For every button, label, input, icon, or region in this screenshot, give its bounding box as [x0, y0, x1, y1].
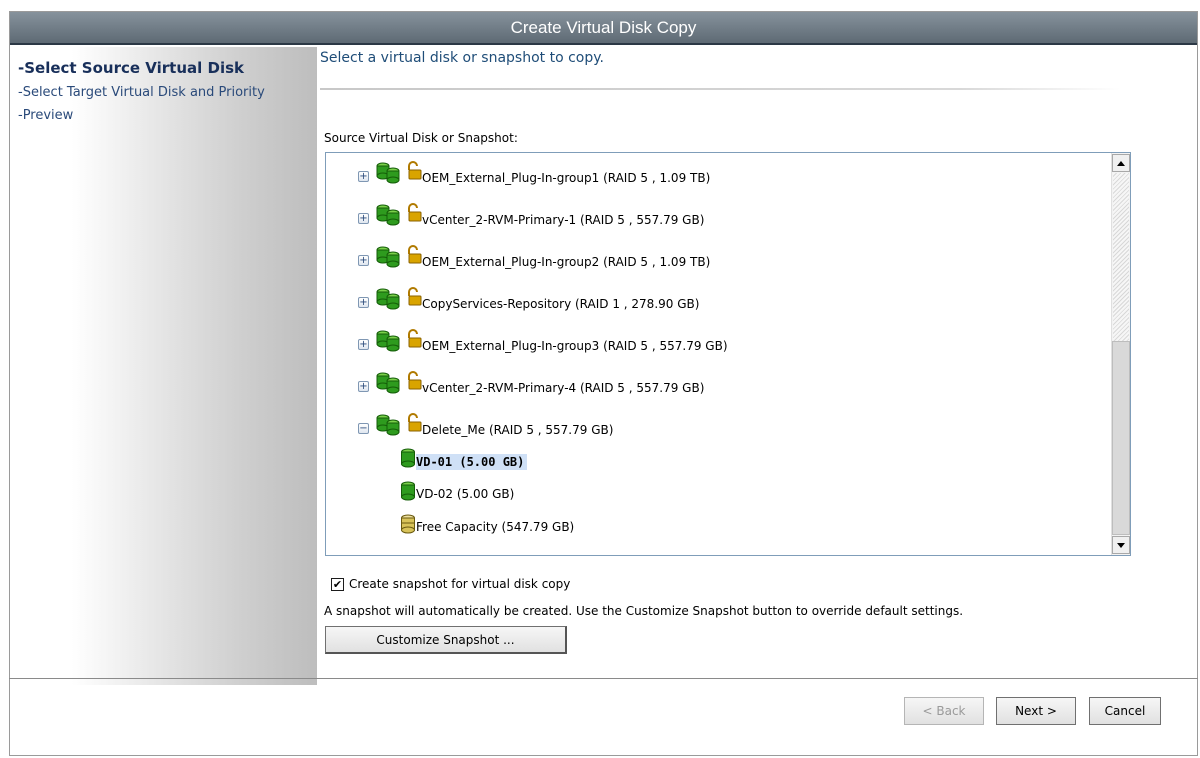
unlocked-padlock-icon: [408, 413, 422, 432]
tree-item-label: CopyServices-Repository (RAID 1 , 278.90…: [422, 297, 700, 311]
expand-icon[interactable]: +: [358, 381, 369, 392]
tree-item-label: Free Capacity (547.79 GB): [416, 520, 575, 534]
tree-item-label: OEM_External_Plug-In-group2 (RAID 5 , 1.…: [422, 255, 711, 269]
tree-row-disk-group[interactable]: + OEM_External_Plug-In-group1 (RAID 5 , 1…: [326, 161, 1096, 189]
tree-row-virtual-disk[interactable]: Free Capacity (547.79 GB): [326, 512, 1096, 540]
instruction-text: Select a virtual disk or snapshot to cop…: [320, 50, 604, 66]
tree-label: Source Virtual Disk or Snapshot:: [324, 131, 518, 145]
disk-group-icon: [376, 288, 400, 310]
customize-snapshot-button[interactable]: Customize Snapshot ...: [325, 626, 567, 654]
virtual-disk-icon: [401, 448, 415, 468]
disk-group-icon: [376, 414, 400, 436]
tree-item-label: Delete_Me (RAID 5 , 557.79 GB): [422, 423, 614, 437]
step-preview[interactable]: -Preview: [18, 108, 73, 123]
tree-row-disk-group[interactable]: + vCenter_2-RVM-Primary-1 (RAID 5 , 557.7…: [326, 203, 1096, 231]
dialog-title: Create Virtual Disk Copy: [510, 18, 697, 37]
virtual-disk-icon: [401, 481, 415, 501]
scroll-track[interactable]: [1113, 173, 1129, 341]
unlocked-padlock-icon: [408, 287, 422, 306]
disk-group-icon: [376, 372, 400, 394]
collapse-icon[interactable]: −: [358, 423, 369, 434]
back-button[interactable]: < Back: [904, 697, 984, 725]
tree-item-label: VD-02 (5.00 GB): [416, 487, 515, 501]
expand-icon[interactable]: +: [358, 171, 369, 182]
disk-group-icon: [376, 330, 400, 352]
unlocked-padlock-icon: [408, 329, 422, 348]
tree-row-virtual-disk[interactable]: VD-01 (5.00 GB): [326, 446, 1096, 474]
tree-vertical-scrollbar[interactable]: [1111, 153, 1130, 555]
expand-icon[interactable]: +: [358, 297, 369, 308]
unlocked-padlock-icon: [408, 245, 422, 264]
expand-icon[interactable]: +: [358, 213, 369, 224]
tree-row-virtual-disk[interactable]: VD-02 (5.00 GB): [326, 479, 1096, 507]
tree-item-label: vCenter_2-RVM-Primary-1 (RAID 5 , 557.79…: [422, 213, 705, 227]
tree-item-label: OEM_External_Plug-In-group3 (RAID 5 , 55…: [422, 339, 728, 353]
disk-group-icon: [376, 204, 400, 226]
tree-row-disk-group[interactable]: + CopyServices-Repository (RAID 1 , 278.9…: [326, 287, 1096, 315]
tree-row-disk-group[interactable]: + vCenter_2-RVM-Primary-4 (RAID 5 , 557.7…: [326, 371, 1096, 399]
header-divider: [320, 88, 1120, 90]
next-button[interactable]: Next >: [996, 697, 1076, 725]
create-snapshot-checkbox[interactable]: ✔: [331, 577, 344, 591]
expand-icon[interactable]: +: [358, 255, 369, 266]
step-select-source[interactable]: -Select Source Virtual Disk: [18, 59, 244, 77]
scroll-down-arrow-icon: [1117, 542, 1125, 548]
snapshot-option[interactable]: ✔ Create snapshot for virtual disk copy: [331, 577, 570, 591]
create-snapshot-label: Create snapshot for virtual disk copy: [349, 577, 571, 591]
tree-item-label: vCenter_2-RVM-Primary-4 (RAID 5 , 557.79…: [422, 381, 705, 395]
scroll-thumb[interactable]: [1112, 341, 1130, 535]
expand-icon[interactable]: +: [358, 339, 369, 350]
tree-item-label: VD-01 (5.00 GB): [416, 454, 528, 470]
free-capacity-icon: [401, 514, 415, 534]
snapshot-info-text: A snapshot will automatically be created…: [324, 604, 964, 618]
wizard-steps: -Select Source Virtual Disk -Select Targ…: [10, 47, 317, 685]
scroll-up-arrow-icon: [1117, 160, 1125, 166]
title-bar: Create Virtual Disk Copy: [10, 12, 1197, 45]
scroll-up-button[interactable]: [1112, 154, 1130, 172]
tree-row-disk-group[interactable]: + OEM_External_Plug-In-group2 (RAID 5 , 1…: [326, 245, 1096, 273]
tree-row-disk-group[interactable]: − Delete_Me (RAID 5 , 557.79 GB): [326, 413, 1096, 441]
tree-row-disk-group[interactable]: + OEM_External_Plug-In-group3 (RAID 5 , 5…: [326, 329, 1096, 357]
step-select-target[interactable]: -Select Target Virtual Disk and Priority: [18, 85, 265, 100]
tree-item-label: OEM_External_Plug-In-group1 (RAID 5 , 1.…: [422, 171, 711, 185]
source-virtual-disk-tree[interactable]: + OEM_External_Plug-In-group1 (RAID 5 , 1…: [325, 152, 1131, 556]
unlocked-padlock-icon: [408, 371, 422, 390]
scroll-down-button[interactable]: [1112, 536, 1130, 554]
disk-group-icon: [376, 246, 400, 268]
disk-group-icon: [376, 162, 400, 184]
unlocked-padlock-icon: [408, 161, 422, 180]
unlocked-padlock-icon: [408, 203, 422, 222]
cancel-button[interactable]: Cancel: [1089, 697, 1161, 725]
